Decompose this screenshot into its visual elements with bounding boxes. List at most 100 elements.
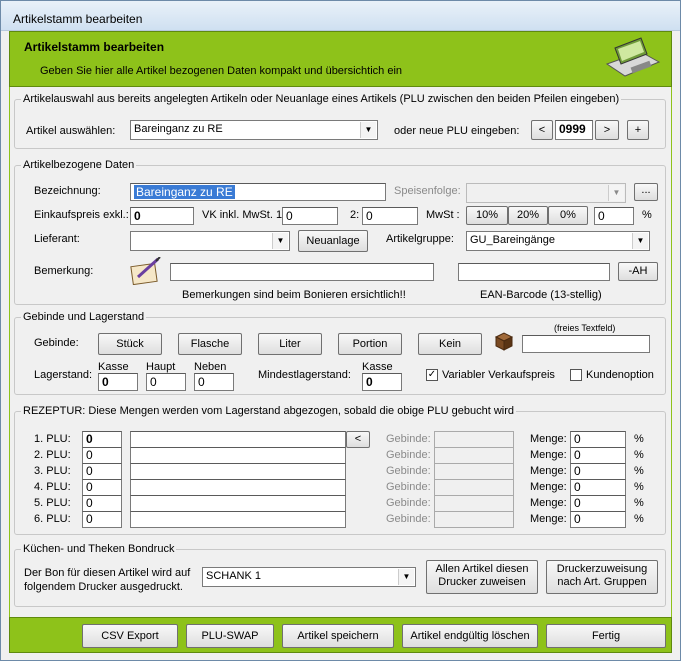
- csv-export-button[interactable]: CSV Export: [82, 624, 178, 648]
- allen-drucker-line-1: Allen Artikel diesen: [435, 563, 529, 575]
- gebinde-legend: Gebinde und Lagerstand: [23, 311, 145, 323]
- druckerzuweisung-button[interactable]: Druckerzuweisung nach Art. Gruppen: [546, 560, 658, 594]
- gebinde-portion-button[interactable]: Portion: [338, 333, 402, 355]
- rezeptur-gebinde-label: Gebinde:: [386, 465, 431, 477]
- speisenfolge-select[interactable]: ▼: [466, 183, 626, 203]
- freitext-input[interactable]: [522, 335, 650, 353]
- chevron-down-icon: ▼: [272, 233, 288, 249]
- rezeptur-menge-label: Menge:: [530, 449, 567, 461]
- footer-bar: CSV Export PLU-SWAP Artikel speichern Ar…: [9, 617, 672, 653]
- dialog-window: Artikelstamm bearbeiten Artikelstamm bea…: [0, 0, 681, 661]
- rezeptur-plu-input[interactable]: 0: [82, 479, 122, 496]
- save-button[interactable]: Artikel speichern: [282, 624, 394, 648]
- bemerkung-input[interactable]: [170, 263, 434, 281]
- rezeptur-artikel-field[interactable]: [130, 479, 346, 496]
- rezeptur-artikel-field[interactable]: [130, 495, 346, 512]
- plu-swap-button[interactable]: PLU-SWAP: [186, 624, 274, 648]
- gebinde-flasche-button[interactable]: Flasche: [178, 333, 242, 355]
- rezeptur-back-button[interactable]: <: [346, 431, 370, 448]
- artikel-select-value: Bareinganz zu RE: [134, 123, 223, 135]
- rezeptur-plu-input[interactable]: 0: [82, 463, 122, 480]
- gebinde-stueck-button[interactable]: Stück: [98, 333, 162, 355]
- plu-label: oder neue PLU eingeben:: [394, 125, 520, 137]
- banner-title: Artikelstamm bearbeiten: [24, 40, 165, 54]
- rezeptur-menge-input[interactable]: 0: [570, 463, 626, 480]
- delete-button[interactable]: Artikel endgültig löschen: [402, 624, 538, 648]
- rezeptur-artikel-field[interactable]: [130, 511, 346, 528]
- mwst-20-button[interactable]: 20%: [508, 206, 548, 225]
- add-plu-button[interactable]: +: [627, 120, 649, 140]
- mindest-kasse-label: Kasse: [362, 361, 393, 373]
- rezeptur-gebinde-label: Gebinde:: [386, 481, 431, 493]
- rezeptur-artikel-field[interactable]: [130, 463, 346, 480]
- lager-neben-input[interactable]: 0: [194, 373, 234, 391]
- mwst-0-button[interactable]: 0%: [548, 206, 588, 225]
- chevron-down-icon: ▼: [360, 122, 376, 138]
- vk2-input[interactable]: 0: [362, 207, 418, 225]
- mwst-10-button[interactable]: 10%: [466, 206, 508, 225]
- haupt-label: Haupt: [146, 361, 176, 373]
- ean-hint: EAN-Barcode (13-stellig): [480, 289, 602, 301]
- rezeptur-plu-input[interactable]: 0: [82, 511, 122, 528]
- mindest-label: Mindestlagerstand:: [258, 369, 351, 381]
- plu-input[interactable]: 0999: [555, 120, 593, 140]
- gruppe-label: Artikelgruppe:: [386, 233, 454, 245]
- rezeptur-menge-label: Menge:: [530, 433, 567, 445]
- rezeptur-artikel-field[interactable]: [130, 431, 346, 448]
- bemerkung-label: Bemerkung:: [34, 265, 94, 277]
- bezeichnung-label: Bezeichnung:: [34, 185, 101, 197]
- neuanlage-button[interactable]: Neuanlage: [298, 230, 368, 252]
- artikel-select[interactable]: Bareinganz zu RE ▼: [130, 120, 378, 140]
- ek-input[interactable]: 0: [130, 207, 194, 225]
- chevron-down-icon: ▼: [608, 185, 624, 201]
- rezeptur-menge-input[interactable]: 0: [570, 479, 626, 496]
- neben-label: Neben: [194, 361, 227, 373]
- bemerkung-hint: Bemerkungen sind beim Bonieren ersichtli…: [182, 289, 406, 301]
- rezeptur-plu-input[interactable]: 0: [82, 495, 122, 512]
- rezeptur-gebinde-field: [434, 463, 514, 480]
- note-pen-icon[interactable]: [130, 257, 162, 285]
- mindest-input[interactable]: 0: [362, 373, 402, 391]
- prev-plu-button[interactable]: <: [531, 120, 553, 140]
- bezeichnung-input[interactable]: Bareinganz zu RE: [130, 183, 386, 201]
- variabler-checkbox[interactable]: ✓: [426, 369, 438, 381]
- kasse-label: Kasse: [98, 361, 129, 373]
- lager-kasse-input[interactable]: 0: [98, 373, 138, 391]
- kundenoption-checkbox[interactable]: [570, 369, 582, 381]
- drucker-select[interactable]: SCHANK 1 ▼: [202, 567, 416, 587]
- ah-button[interactable]: -AH: [618, 262, 658, 281]
- artikel-legend: Artikelbezogene Daten: [23, 159, 135, 171]
- rezeptur-menge-input[interactable]: 0: [570, 431, 626, 448]
- druckerzuweisung-line-2: nach Art. Gruppen: [557, 576, 647, 588]
- rezeptur-menge-input[interactable]: 0: [570, 447, 626, 464]
- lieferant-label: Lieferant:: [34, 233, 80, 245]
- rezeptur-menge-input[interactable]: 0: [570, 511, 626, 528]
- speisenfolge-more-button[interactable]: ...: [634, 183, 658, 201]
- header-banner: Artikelstamm bearbeiten Geben Sie hier a…: [9, 31, 672, 87]
- mwst-input[interactable]: 0: [594, 207, 634, 225]
- ean-input[interactable]: [458, 263, 610, 281]
- vk1-input[interactable]: 0: [282, 207, 338, 225]
- mwst-label: MwSt :: [426, 209, 460, 221]
- rezeptur-plu-input[interactable]: 0: [82, 431, 122, 448]
- variabler-label: Variabler Verkaufspreis: [442, 369, 555, 381]
- rezeptur-menge-input[interactable]: 0: [570, 495, 626, 512]
- box-icon: [494, 332, 514, 351]
- rezeptur-gebinde-field: [434, 495, 514, 512]
- allen-drucker-button[interactable]: Allen Artikel diesen Drucker zuweisen: [426, 560, 538, 594]
- rezeptur-plu-label: 2. PLU:: [34, 449, 71, 461]
- rezeptur-plu-input[interactable]: 0: [82, 447, 122, 464]
- fertig-button[interactable]: Fertig: [546, 624, 666, 648]
- vk-label: VK inkl. MwSt. 1:: [202, 209, 286, 221]
- lieferant-select[interactable]: ▼: [130, 231, 290, 251]
- title-bar: Artikelstamm bearbeiten: [1, 1, 680, 31]
- next-plu-button[interactable]: >: [595, 120, 619, 140]
- gebinde-kein-button[interactable]: Kein: [418, 333, 482, 355]
- gebinde-liter-button[interactable]: Liter: [258, 333, 322, 355]
- drucker-value: SCHANK 1: [206, 570, 262, 582]
- gruppe-select[interactable]: GU_Bareingänge ▼: [466, 231, 650, 251]
- rezeptur-artikel-field[interactable]: [130, 447, 346, 464]
- lager-haupt-input[interactable]: 0: [146, 373, 186, 391]
- rezeptur-gebinde-label: Gebinde:: [386, 513, 431, 525]
- rezeptur-plu-label: 6. PLU:: [34, 513, 71, 525]
